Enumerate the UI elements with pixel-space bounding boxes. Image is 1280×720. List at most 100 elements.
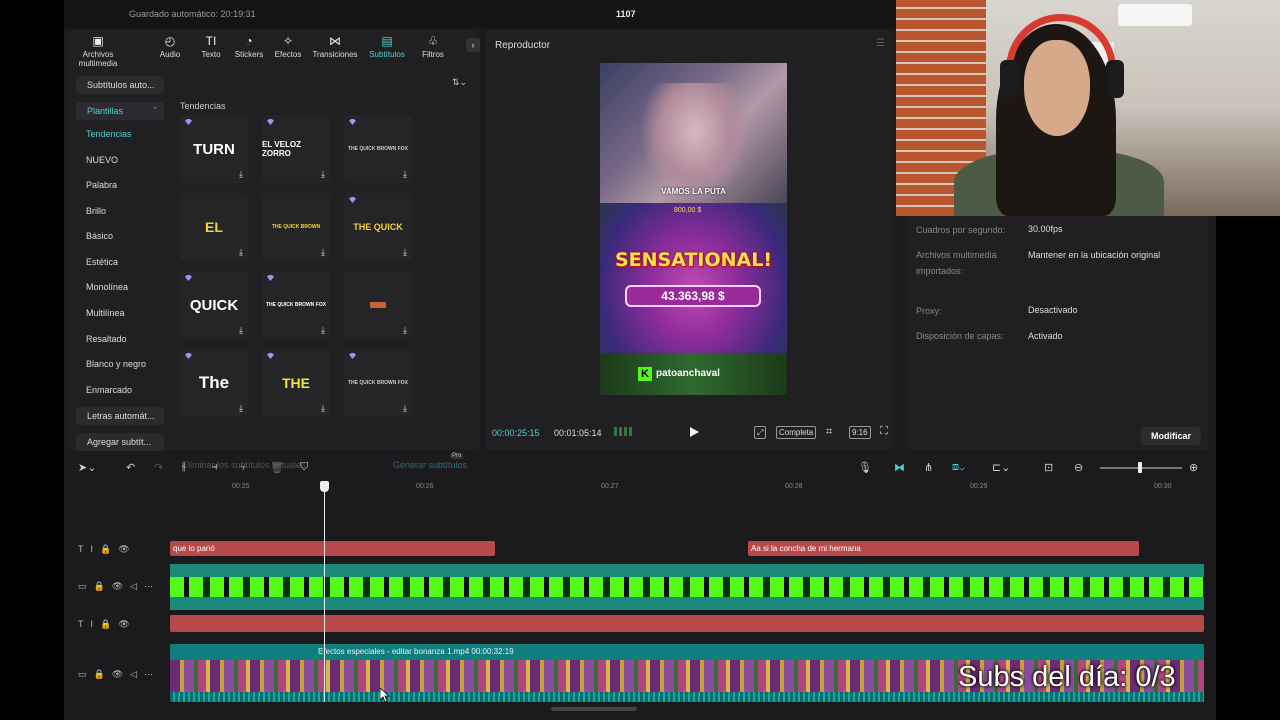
subtitle-template-card[interactable]: THE QUICK BROWN FOX ⤓ [262,271,330,339]
tab-effects[interactable]: ✧ Efectos [268,32,308,59]
modify-button[interactable]: Modificar [1141,427,1201,445]
sidebar-item-estetica[interactable]: Estética [86,257,118,267]
download-icon[interactable]: ⤓ [321,169,325,180]
quality-selector[interactable]: Completa [776,426,817,439]
prop-media-label: Archivos multimedia importados: [916,250,997,276]
ruler-tick: 00:30 [1154,483,1172,490]
subtitle-template-card[interactable]: THE QUICK BROWN FOX ⤓ [344,115,412,183]
split-right-icon[interactable]: ⫟ [240,461,247,474]
download-icon[interactable]: ⤓ [321,325,325,336]
playhead-handle[interactable] [320,481,329,492]
playhead[interactable] [324,484,325,702]
download-icon[interactable]: ⤓ [321,247,325,258]
timecode-grid-icon[interactable] [614,427,632,436]
text-track-2-controls[interactable]: TI🔒👁 [78,619,137,630]
video-track-controls[interactable]: ▭🔒👁◁⋯ [78,581,160,592]
split-left-icon[interactable]: ⫞ [212,461,218,474]
subtitle-template-card[interactable]: THE ⤓ [262,349,330,417]
download-icon[interactable]: ⤓ [239,325,243,336]
player-title: Reproductor [495,40,551,51]
split-icon[interactable]: ⫲ [182,461,186,474]
sidebar-item-nuevo[interactable]: NUEVO [86,155,118,165]
video-clip-label: Efectos especiales - editar bonanza 1.mp… [318,647,514,656]
captions-icon[interactable]: ⊡ [1044,461,1053,474]
sidebar-auto-lyrics[interactable]: Letras automát... [76,407,164,425]
template-preview-text: THE QUICK BROWN FOX [266,302,326,308]
snapshot-icon[interactable]: ⌗ [826,426,832,439]
sidebar-item-monolinea[interactable]: Monolínea [86,282,128,292]
select-tool-icon[interactable]: ➤⌄ [78,461,96,474]
subtitle-template-card[interactable]: ⤓ [344,271,412,339]
current-time: 00:00:25:15 [492,428,540,438]
zoom-slider-handle[interactable] [1138,462,1142,473]
sidebar-item-enmarcado[interactable]: Enmarcado [86,385,132,395]
subtitle-template-card[interactable]: EL ⤓ [180,193,248,261]
zoom-out-icon[interactable]: ⊖ [1074,461,1083,474]
tab-media[interactable]: ▣ Archivos multimedia [70,32,126,68]
play-icon[interactable] [688,426,700,438]
download-icon[interactable]: ⤓ [403,403,407,414]
subtitle-clip[interactable]: que lo parió [170,541,495,556]
subtitle-template-card[interactable]: QUICK ⤓ [180,271,248,339]
effects-icon: ✧ [282,34,294,48]
sidebar-templates[interactable]: Plantillas ⌃ [76,102,164,120]
bet-amount: 800,00 $ [674,207,702,214]
sidebar-auto-subtitles[interactable]: Subtítulos auto... [76,76,164,94]
download-icon[interactable]: ⤓ [321,403,325,414]
microphone-icon[interactable]: 🎙 [858,461,872,474]
sidebar-item-brillo[interactable]: Brillo [86,206,106,216]
fullscreen-toggle-icon[interactable]: ⤢ [754,426,767,439]
download-icon[interactable]: ⤓ [239,403,243,414]
main-track-controls[interactable]: ▭🔒👁◁⋯ [78,669,160,680]
autosave-status: Guardado automático: 20:19:31 [129,9,256,19]
text-clip-track[interactable] [170,615,1204,632]
zoom-in-icon[interactable]: ⊕ [1189,461,1198,474]
subtitle-template-card[interactable]: The ⤓ [180,349,248,417]
download-icon[interactable]: ⤓ [239,247,243,258]
delete-icon[interactable]: 🗑 [270,461,284,474]
download-icon[interactable]: ⤓ [403,247,407,258]
tab-transitions[interactable]: ⋈ Transiciones [309,32,361,59]
subtitle-template-card[interactable]: EL VELOZ ZORRO ⤓ [262,115,330,183]
aspect-ratio-button[interactable]: 9:16 [849,426,871,439]
subtitle-clip[interactable]: Aa si la concha de mi hermana [748,541,1139,556]
preview-axis-icon[interactable]: ⊏⌄ [992,461,1010,474]
video-preview[interactable]: VAMOS LA PUTA 800,00 $ SENSATIONAL! 43.3… [600,63,787,395]
filter-icon[interactable]: ⇅⌄ [452,77,467,88]
tab-text[interactable]: TI Texto [190,32,232,59]
sidebar-item-resaltado[interactable]: Resaltado [86,334,127,344]
link-tracks-icon[interactable]: ⧓ [894,461,905,474]
ruler-tick: 00:29 [970,483,988,490]
redo-icon[interactable]: ↷ [154,461,163,474]
subscriber-counter-overlay: Subs del día: 0/3 [958,661,1176,693]
kick-overlay-clip[interactable] [170,564,1204,610]
subtitle-template-card[interactable]: TURN ⤓ [180,115,248,183]
timeline-scrollbar[interactable] [551,707,637,711]
tab-subtitles[interactable]: ▤ Subtítulos [364,32,410,59]
tab-audio[interactable]: ◴ Audio [148,32,192,59]
chevron-up-icon: ⌃ [152,107,158,114]
undo-icon[interactable]: ↶ [126,461,135,474]
download-icon[interactable]: ⤓ [403,325,407,336]
sidebar-item-blanco-y-negro[interactable]: Blanco y negro [86,359,146,369]
sidebar-add-subtitles[interactable]: Agregar subtít... [76,433,164,451]
expand-icon[interactable]: ⛶ [880,425,888,438]
menu-icon[interactable]: ☰ [876,38,885,49]
sidebar-item-basico[interactable]: Básico [86,231,113,241]
tab-stickers[interactable]: ◔ Stickers [228,32,270,59]
tab-filters[interactable]: ♧ Filtros [412,32,454,59]
subtitle-template-card[interactable]: THE QUICK ⤓ [344,193,412,261]
sidebar-item-tendencias[interactable]: Tendencias [86,129,132,139]
sidebar-item-palabra[interactable]: Palabra [86,180,117,190]
subtitle-template-card[interactable]: THE QUICK BROWN ⤓ [262,193,330,261]
magnet-icon[interactable]: ⧈⌄ [952,461,965,474]
project-title[interactable]: 1107 [616,9,636,19]
tabs-next-arrow-icon[interactable]: › [466,38,480,52]
download-icon[interactable]: ⤓ [239,169,243,180]
sidebar-item-multilinea[interactable]: Multilínea [86,308,125,318]
marker-icon[interactable]: ⛉ [300,461,308,474]
subtitle-template-card[interactable]: THE QUICK BROWN FOX ⤓ [344,349,412,417]
text-track-controls[interactable]: TI🔒👁 [78,544,137,555]
snap-icon[interactable]: ⋔ [924,461,933,474]
download-icon[interactable]: ⤓ [403,169,407,180]
